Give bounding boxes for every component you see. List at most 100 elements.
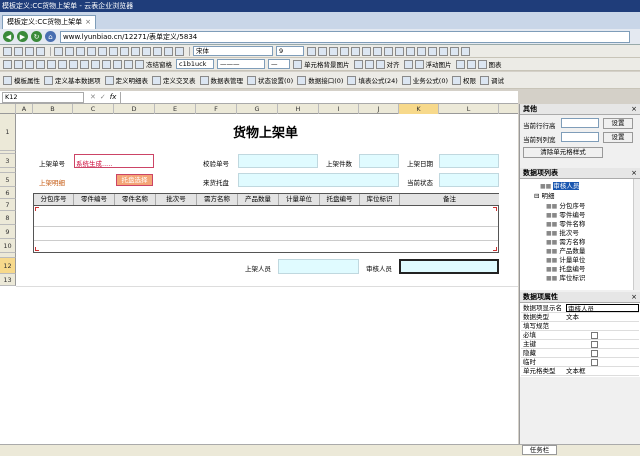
underline-icon[interactable] [351,46,360,56]
format-painter-icon[interactable] [87,46,96,56]
font-name-select[interactable]: 宋体 [193,46,273,56]
menu-permission[interactable]: 权限 [463,75,476,85]
tree-item[interactable]: ■■ 库位标识 [546,274,585,283]
cut-icon[interactable] [54,46,63,56]
debug-icon[interactable] [480,75,489,85]
incoming-pallet-field[interactable] [238,173,399,187]
sum-icon[interactable] [3,59,12,69]
zoom-in-icon[interactable] [353,59,363,69]
align-icon[interactable] [375,59,385,69]
data-table-icon[interactable] [199,75,209,85]
table-icon[interactable] [25,59,34,69]
fill-icon[interactable] [164,46,173,56]
row-header[interactable]: 13 [0,274,16,286]
putaway-qty-field[interactable] [359,154,399,168]
row-header[interactable]: 7 [0,199,16,211]
primary-key-checkbox[interactable] [591,341,598,348]
float-image-label[interactable]: 浮动图片 [426,59,452,69]
col-header[interactable]: B [33,104,73,114]
paste-icon[interactable] [76,46,85,56]
required-checkbox[interactable] [591,332,598,339]
row-header[interactable]: 5 [0,173,16,187]
col-header[interactable]: A [16,104,33,114]
biz-formula-icon[interactable] [401,75,411,85]
col-header[interactable]: I [319,104,359,114]
menu-biz-formula[interactable]: 业务公式(0) [413,75,448,85]
tree-item[interactable]: ■■ 计量单位 [546,256,585,265]
grow-font-icon[interactable] [318,46,327,56]
align-center-icon[interactable] [373,46,382,56]
menu-debug[interactable]: 调试 [491,75,504,85]
col-header[interactable]: H [278,104,319,114]
row-header[interactable]: 12 [0,258,16,274]
row-header[interactable]: 6 [0,187,16,199]
sort-icon[interactable] [175,46,184,56]
barcode-icon[interactable] [69,59,78,69]
cut-image-icon[interactable] [403,59,413,69]
set-col-width-button[interactable]: 设置 [603,132,633,143]
palette-icon[interactable] [466,59,476,69]
select-all[interactable] [0,104,16,114]
address-input[interactable]: www.lyunbiao.cn/12271/表单定义/5834 [60,31,630,43]
prop-value-input[interactable]: 审核人员 [566,304,639,313]
close-icon[interactable]: × [631,292,637,303]
comment-icon[interactable] [58,59,67,69]
row-header[interactable]: 8 [0,211,16,225]
col-header[interactable]: K [399,104,439,114]
cancel-icon[interactable]: ✕ [90,93,96,101]
font-size-select[interactable]: 9 [276,46,304,56]
close-icon[interactable]: × [631,104,637,115]
date-icon[interactable] [113,59,122,69]
row-header[interactable]: 1 [0,114,16,151]
bg-image-label[interactable]: 单元格背景图片 [304,59,350,69]
delete-col-icon[interactable] [131,46,140,56]
valign-top-icon[interactable] [395,46,404,56]
temp-checkbox[interactable] [591,359,598,366]
detail-table[interactable]: 分包序号 零件编号 零件名称 批次号 需方名称 产品数量 计量单位 托盘编号 库… [33,193,499,253]
prop-value[interactable] [566,322,639,330]
menu-fill-formula[interactable]: 填表公式(24) [358,75,397,85]
forward-icon[interactable]: ▶ [17,31,28,42]
chart-icon[interactable] [477,59,487,69]
col-width-input[interactable] [561,132,599,142]
tree-item[interactable]: ■■ 零件名称 [546,220,585,229]
menu-template-props[interactable]: 模板属性 [14,75,40,85]
freeze-panes-label[interactable]: 冻结窗格 [146,59,172,69]
tree-item[interactable]: ■■ 产品数量 [546,247,585,256]
fill-formula-icon[interactable] [347,75,357,85]
col-header[interactable]: G [237,104,278,114]
hidden-checkbox[interactable] [591,350,598,357]
undo-icon[interactable] [25,46,34,56]
font-color-icon[interactable] [307,46,316,56]
radio-icon[interactable] [91,59,100,69]
tree-group-detail[interactable]: ⊟ 明细 [534,192,555,201]
confirm-icon[interactable]: ✓ [100,93,106,101]
putaway-no-field[interactable]: 系统生成..... [74,154,154,168]
row-header[interactable]: 9 [0,225,16,239]
menu-detail-table[interactable]: 定义明细表 [116,75,149,85]
reviewer-field[interactable] [399,259,499,274]
putaway-date-field[interactable] [439,154,499,168]
save-icon[interactable] [3,46,12,56]
tree-item[interactable]: ■■ 零件编号 [546,211,585,220]
insert-col-icon[interactable] [120,46,129,56]
template-props-icon[interactable] [3,75,12,85]
close-icon[interactable]: × [631,168,637,179]
prop-value[interactable]: 文本 [566,313,639,321]
set-row-height-button[interactable]: 设置 [603,118,633,129]
color-picker-icon[interactable] [450,46,459,56]
taskbar-button[interactable]: 任务栏 [522,445,557,455]
copy-icon[interactable] [65,46,74,56]
col-header[interactable]: L [439,104,499,114]
tree-item[interactable]: ■■ 分包序号 [546,202,585,211]
home-icon[interactable]: ⌂ [45,31,56,42]
formula-input[interactable] [120,91,518,103]
valign-middle-icon[interactable] [406,46,415,56]
col-header[interactable]: J [359,104,399,114]
bold-icon[interactable] [329,46,338,56]
cell-reference-input[interactable]: K12 [2,91,84,103]
status-icon[interactable] [247,75,256,85]
row-height-input[interactable] [561,118,599,128]
col-header[interactable]: E [155,104,196,114]
indent-icon[interactable] [428,46,437,56]
